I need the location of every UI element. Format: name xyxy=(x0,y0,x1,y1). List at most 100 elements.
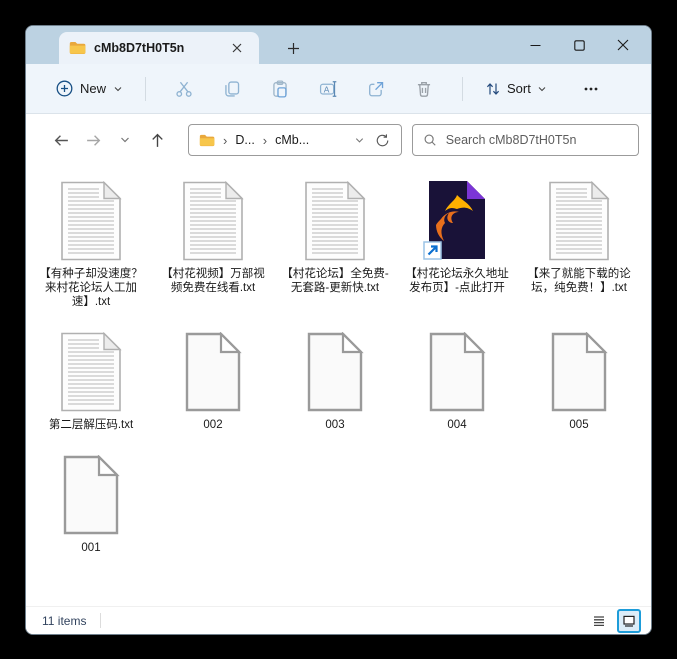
new-button[interactable]: New xyxy=(48,74,131,103)
chevron-down-icon xyxy=(538,86,546,91)
file-icon xyxy=(51,454,131,536)
share-button[interactable] xyxy=(356,71,396,107)
file-item[interactable]: 001 xyxy=(30,454,152,555)
txt-file-icon xyxy=(305,181,366,261)
plus-icon xyxy=(287,42,299,54)
maximize-icon xyxy=(573,39,585,51)
firefox-shortcut-icon xyxy=(423,181,485,260)
file-item[interactable]: 004 xyxy=(396,331,518,432)
close-icon xyxy=(232,43,242,53)
file-item[interactable]: 【村花论坛永久地址发布页】-点此打开 xyxy=(396,180,518,309)
search-icon xyxy=(424,134,436,146)
file-item[interactable]: 【村花视频】万部视频免费在线看.txt xyxy=(152,180,274,309)
file-icon xyxy=(295,331,375,413)
file-icon xyxy=(51,331,131,413)
paste-button[interactable] xyxy=(260,71,300,107)
file-icon xyxy=(51,180,131,262)
arrow-right-icon xyxy=(86,134,100,146)
copy-button[interactable] xyxy=(212,71,252,107)
refresh-icon xyxy=(376,133,389,146)
explorer-tab[interactable]: cMb8D7tH0T5n xyxy=(59,32,259,64)
back-button[interactable] xyxy=(46,125,76,155)
up-button[interactable] xyxy=(142,125,172,155)
search-box[interactable]: Search cMb8D7tH0T5n xyxy=(411,124,639,156)
file-name: 004 xyxy=(447,419,467,431)
chevron-down-icon xyxy=(121,137,129,143)
file-name: 【村花论坛】全免费-无套路-更新快.txt xyxy=(281,268,389,294)
thumbnail-view-icon xyxy=(623,615,635,627)
txt-file-icon xyxy=(549,181,610,261)
breadcrumb-item-drive[interactable]: D... xyxy=(235,133,254,147)
blank-file-icon xyxy=(63,455,120,535)
file-icon xyxy=(417,180,497,262)
window-controls xyxy=(513,26,645,64)
list-view-icon xyxy=(594,615,604,626)
item-count: 11 items xyxy=(42,613,87,628)
chevron-down-icon xyxy=(114,86,122,91)
file-icon xyxy=(173,331,253,413)
cut-button[interactable] xyxy=(164,71,204,107)
tab-title: cMb8D7tH0T5n xyxy=(94,41,185,55)
sort-button[interactable]: Sort xyxy=(477,75,555,103)
forward-button[interactable] xyxy=(78,125,108,155)
file-icon xyxy=(539,331,619,413)
new-tab-button[interactable] xyxy=(281,36,305,60)
rename-button[interactable]: A xyxy=(308,71,348,107)
file-item[interactable]: 【来了就能下载的论坛，纯免费！】.txt xyxy=(518,180,640,309)
address-bar[interactable]: › D... › cMb... xyxy=(188,124,402,156)
recent-locations-button[interactable] xyxy=(110,125,140,155)
new-button-label: New xyxy=(80,81,107,96)
ellipsis-icon xyxy=(584,87,598,90)
folder-icon xyxy=(199,134,215,146)
file-name: 【来了就能下载的论坛，纯免费！】.txt xyxy=(527,268,631,294)
file-icon xyxy=(417,331,497,413)
txt-file-icon xyxy=(61,181,122,261)
breadcrumb-separator: › xyxy=(262,132,268,148)
search-placeholder: Search cMb8D7tH0T5n xyxy=(445,133,577,147)
blank-file-icon xyxy=(551,332,608,412)
file-item[interactable]: 005 xyxy=(518,331,640,432)
close-icon xyxy=(617,39,629,51)
refresh-button[interactable] xyxy=(371,128,395,152)
new-plus-circle-icon xyxy=(56,80,73,97)
file-name: 【村花视频】万部视频免费在线看.txt xyxy=(161,268,265,294)
breadcrumb-item-folder[interactable]: cMb... xyxy=(275,133,309,147)
sort-button-label: Sort xyxy=(507,81,531,96)
file-item[interactable]: 002 xyxy=(152,331,274,432)
breadcrumb-separator: › xyxy=(223,132,228,148)
blank-file-icon xyxy=(185,332,242,412)
sort-arrows-icon xyxy=(486,82,500,95)
trash-icon xyxy=(417,81,431,97)
toolbar-separator xyxy=(145,76,147,101)
file-name: 003 xyxy=(325,419,345,431)
more-options-button[interactable] xyxy=(571,71,611,107)
file-item[interactable]: 第二层解压码.txt xyxy=(30,331,152,432)
file-name: 【有种子却没速度？来村花论坛人工加速】.txt xyxy=(39,268,143,308)
close-window-button[interactable] xyxy=(601,26,645,64)
arrow-up-icon xyxy=(151,133,163,147)
address-dropdown-chevron-icon[interactable] xyxy=(354,135,365,146)
minimize-button[interactable] xyxy=(513,26,557,64)
paste-icon xyxy=(273,79,287,98)
file-name: 001 xyxy=(81,542,101,554)
title-bar: cMb8D7tH0T5n xyxy=(26,26,651,64)
file-item[interactable]: 【村花论坛】全免费-无套路-更新快.txt xyxy=(274,180,396,309)
details-view-button[interactable] xyxy=(587,609,611,633)
txt-file-icon xyxy=(61,332,122,412)
file-item[interactable]: 003 xyxy=(274,331,396,432)
share-icon xyxy=(369,81,384,96)
status-bar: 11 items xyxy=(26,606,651,634)
file-item[interactable]: 【有种子却没速度？来村花论坛人工加速】.txt xyxy=(30,180,152,309)
large-icons-view-button[interactable] xyxy=(617,608,641,633)
toolbar-separator xyxy=(462,76,464,101)
tab-close-button[interactable] xyxy=(225,36,249,60)
file-name: 第二层解压码.txt xyxy=(48,419,134,431)
command-toolbar: New A Sort xyxy=(26,64,651,114)
txt-file-icon xyxy=(183,181,244,261)
maximize-button[interactable] xyxy=(557,26,601,64)
file-icon xyxy=(173,180,253,262)
blank-file-icon xyxy=(429,332,486,412)
delete-button[interactable] xyxy=(404,71,444,107)
status-separator xyxy=(100,613,102,628)
file-name: 002 xyxy=(203,419,223,431)
